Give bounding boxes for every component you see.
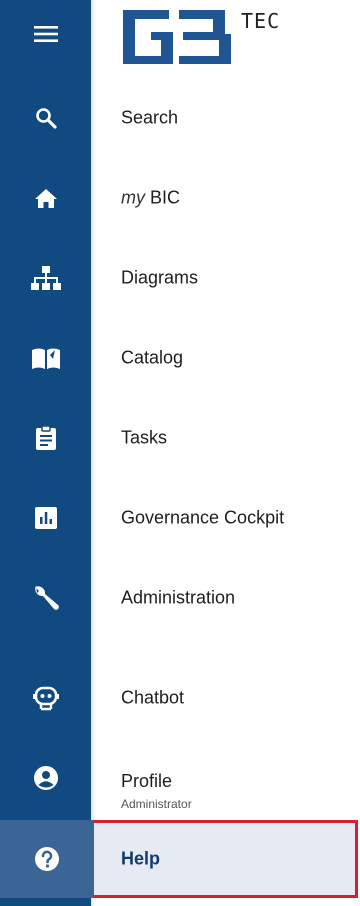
nav-item-profile[interactable]: Profile Administrator — [0, 738, 360, 818]
help-label: Help — [121, 848, 161, 869]
sitemap-icon — [30, 266, 61, 290]
nav-item-tasks[interactable]: Tasks — [0, 398, 360, 478]
chart-icon — [34, 507, 57, 529]
nav-item-administration[interactable]: Administration — [0, 558, 360, 638]
nav-item-catalog[interactable]: Catalog — [0, 318, 360, 398]
nav-item-label: Diagrams — [121, 267, 199, 288]
nav-item-label: Administration — [121, 587, 236, 608]
profile-label: Profile — [121, 771, 173, 791]
nav-item-label: Catalog — [121, 347, 184, 368]
nav-item-label: Tasks — [121, 427, 168, 448]
nav-item-label: my BIC — [121, 187, 181, 208]
book-icon — [31, 348, 60, 369]
help-icon — [35, 847, 59, 871]
company-logo — [121, 4, 233, 64]
user-icon — [33, 766, 58, 790]
nav-item-search[interactable]: Search — [0, 78, 360, 158]
nav-item-diagrams[interactable]: Diagrams — [0, 238, 360, 318]
nav-item-governance-cockpit[interactable]: Governance Cockpit — [0, 478, 360, 558]
wrench-icon — [34, 586, 59, 610]
search-icon — [35, 108, 57, 129]
nav-item-mybic[interactable]: my BIC — [0, 158, 360, 238]
nav-item-label: Chatbot — [121, 687, 185, 708]
clipboard-icon — [35, 425, 56, 450]
brand-tec-text: TEC — [241, 9, 281, 33]
hamburger-menu-button[interactable] — [0, 8, 91, 60]
robot-icon — [32, 686, 59, 711]
nav-item-chatbot[interactable]: Chatbot — [0, 658, 360, 738]
nav-item-label: Search — [121, 107, 179, 128]
hamburger-icon — [33, 26, 58, 42]
profile-role: Administrator — [121, 797, 192, 811]
nav-item-label: Governance Cockpit — [121, 507, 285, 528]
nav-item-help[interactable]: Help — [0, 820, 358, 898]
home-icon — [34, 189, 57, 208]
